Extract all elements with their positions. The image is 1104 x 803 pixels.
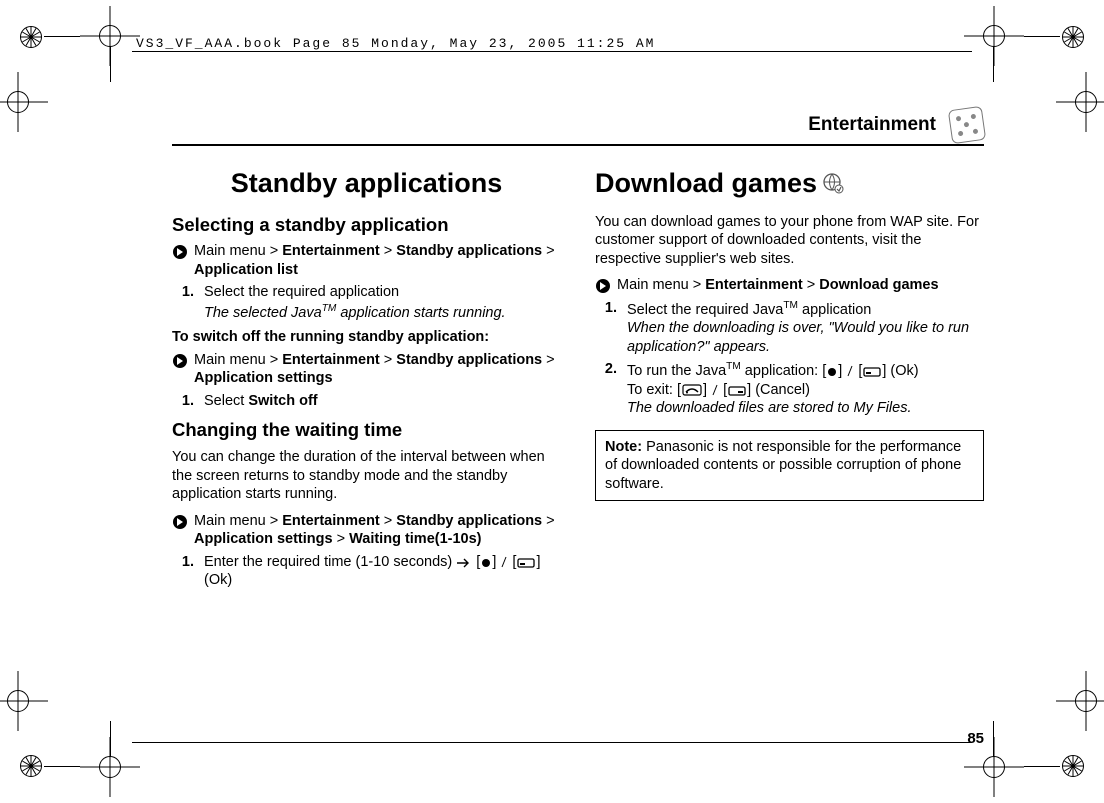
section-title: Entertainment xyxy=(808,114,936,136)
dice-icon xyxy=(948,106,986,144)
subheading-switch-off: To switch off the running standby applic… xyxy=(172,328,561,347)
list-item: 1. Enter the required time (1-10 seconds… xyxy=(172,553,561,590)
wheel-icon xyxy=(20,755,42,777)
wheel-icon xyxy=(20,26,42,48)
breadcrumb: Main menu > Entertainment > Download gam… xyxy=(595,276,984,295)
paragraph: You can download games to your phone fro… xyxy=(595,213,984,269)
reg-mark-left-lower xyxy=(0,671,48,731)
steps-list: 1. Select the required application The s… xyxy=(172,283,561,322)
note-box: Note: Panasonic is not responsible for t… xyxy=(595,430,984,502)
note-label: Note: xyxy=(605,439,642,455)
breadcrumb: Main menu > Entertainment > Standby appl… xyxy=(172,351,561,388)
globe-link-icon xyxy=(821,171,845,195)
header-rule xyxy=(132,51,972,52)
end-key-icon xyxy=(682,384,702,396)
joystick-icon xyxy=(481,558,491,568)
heading-standby-applications: Standby applications xyxy=(172,166,561,201)
crop-tick xyxy=(993,721,994,757)
slash-icon xyxy=(847,365,853,377)
arrow-bullet-icon xyxy=(172,514,188,530)
breadcrumb: Main menu > Entertainment > Standby appl… xyxy=(172,242,561,279)
arrow-bullet-icon xyxy=(172,353,188,369)
page-root: VS3_VF_AAA.book Page 85 Monday, May 23, … xyxy=(0,0,1104,803)
heading-selecting: Selecting a standby application xyxy=(172,213,561,237)
arrow-bullet-icon xyxy=(172,244,188,260)
result-text: The selected JavaTM application starts r… xyxy=(204,302,561,322)
note-body: Panasonic is not responsible for the per… xyxy=(605,439,961,492)
crop-tick xyxy=(44,766,80,767)
breadcrumb-text: Main menu > Entertainment > Standby appl… xyxy=(194,242,561,279)
list-item: 1. Select Switch off xyxy=(172,392,561,411)
content-area: Entertainment Standby applications Selec… xyxy=(172,108,984,713)
wheel-icon xyxy=(1062,755,1084,777)
heading-waiting-time: Changing the waiting time xyxy=(172,418,561,442)
right-column: Download games You can download games to… xyxy=(595,160,984,594)
list-item: 1. Select the required application The s… xyxy=(172,283,561,322)
joystick-icon xyxy=(827,367,837,377)
running-header: VS3_VF_AAA.book Page 85 Monday, May 23, … xyxy=(136,36,655,51)
list-item: 1. Select the required JavaTM applicatio… xyxy=(595,299,984,356)
crop-tick xyxy=(110,46,111,82)
breadcrumb-text: Main menu > Entertainment > Standby appl… xyxy=(194,512,561,549)
softkey-icon xyxy=(517,558,535,568)
arrow-bullet-icon xyxy=(595,278,611,294)
left-column: Standby applications Selecting a standby… xyxy=(172,160,561,594)
breadcrumb-text: Main menu > Entertainment > Download gam… xyxy=(617,276,984,295)
two-column-layout: Standby applications Selecting a standby… xyxy=(172,160,984,594)
list-item: 2. To run the JavaTM application: [] [] … xyxy=(595,360,984,417)
heading-download-games: Download games xyxy=(595,166,984,201)
crop-tick xyxy=(1024,766,1060,767)
slash-icon xyxy=(501,556,507,568)
result-text: The downloaded files are stored to My Fi… xyxy=(627,399,984,418)
breadcrumb: Main menu > Entertainment > Standby appl… xyxy=(172,512,561,549)
breadcrumb-text: Main menu > Entertainment > Standby appl… xyxy=(194,351,561,388)
reg-mark-right-upper xyxy=(1056,72,1104,132)
crop-tick xyxy=(1024,36,1060,37)
result-text: When the downloading is over, "Would you… xyxy=(627,319,984,356)
reg-mark-right-lower xyxy=(1056,671,1104,731)
wheel-icon xyxy=(1062,26,1084,48)
steps-list: 1. Enter the required time (1-10 seconds… xyxy=(172,553,561,590)
right-arrow-icon xyxy=(457,558,471,568)
softkey-icon xyxy=(863,367,881,377)
crop-tick xyxy=(993,46,994,82)
reg-mark-left-upper xyxy=(0,72,48,132)
crop-tick xyxy=(110,721,111,757)
section-header: Entertainment xyxy=(172,108,984,146)
paragraph: You can change the duration of the inter… xyxy=(172,448,561,504)
softkey-icon xyxy=(728,386,746,396)
slash-icon xyxy=(712,384,718,396)
steps-list: 1. Select the required JavaTM applicatio… xyxy=(595,299,984,418)
crop-tick xyxy=(44,36,80,37)
steps-list: 1. Select Switch off xyxy=(172,392,561,411)
footer-rule xyxy=(132,742,972,743)
page-number: 85 xyxy=(967,730,984,747)
reg-mark-top-right xyxy=(964,6,1024,66)
